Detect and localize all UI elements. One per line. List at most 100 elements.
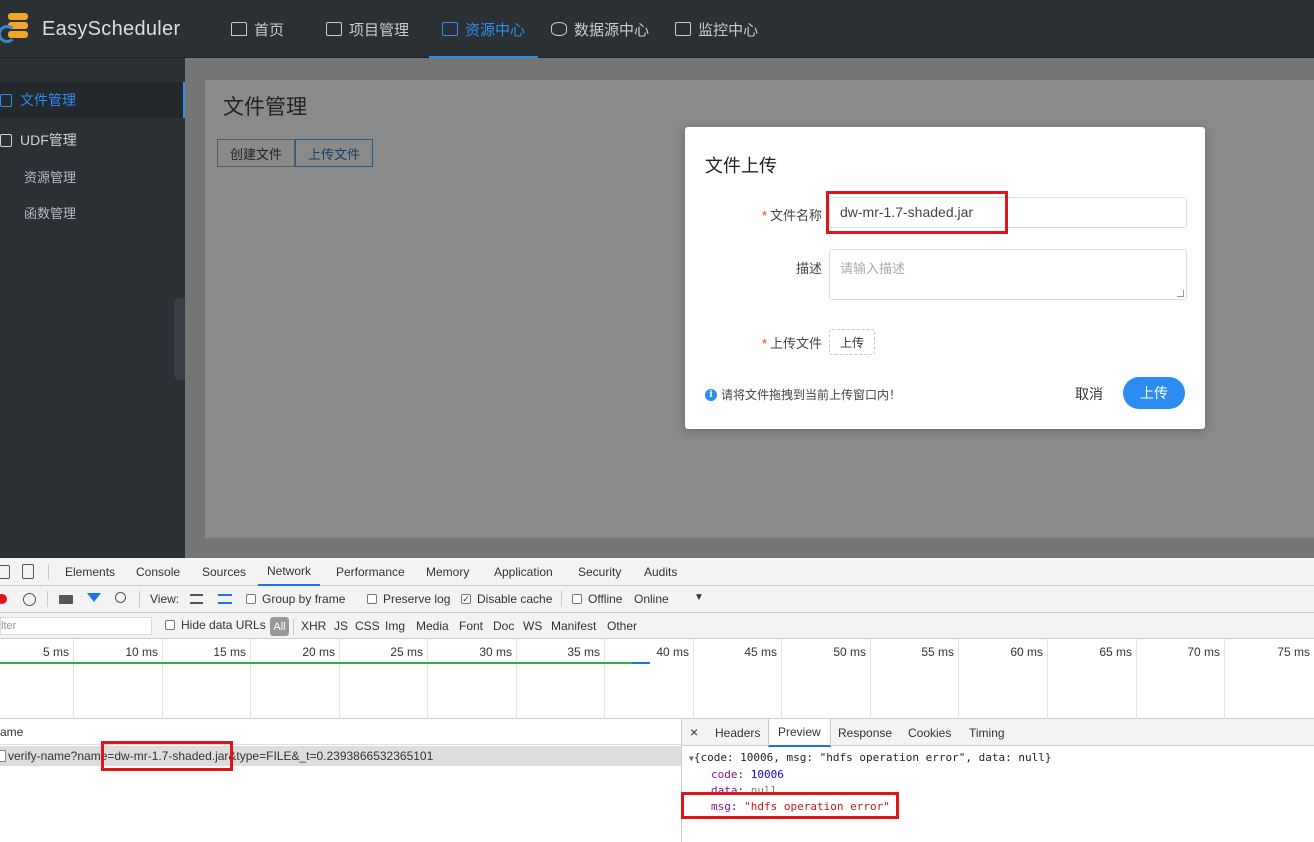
page-title: 文件管理 [223,96,307,119]
filter-doc[interactable]: Doc [493,619,514,633]
sidebar-item-file-management[interactable]: 文件管理 [0,82,185,118]
monitor-icon [675,22,692,36]
requests-header[interactable]: ame [0,719,681,745]
filename-label-text: 文件名称 [769,208,822,223]
project-icon [326,22,343,36]
tab-application[interactable]: Application [494,558,553,586]
sidebar-item-function-management[interactable]: 函数管理 [0,202,185,222]
filename-label: * 文件名称 [762,205,822,224]
dropdown-icon[interactable]: ▼ [694,592,704,603]
tab-cookies[interactable]: Cookies [899,719,960,746]
inspect-icon[interactable] [0,565,10,579]
close-icon[interactable]: × [690,724,698,740]
tab-response[interactable]: Response [829,719,901,746]
sidebar-item-label: 函数管理 [24,205,77,221]
name-column-header: ame [0,724,24,739]
filter-media[interactable]: Media [416,619,449,633]
tab-elements[interactable]: Elements [65,558,115,586]
network-toolbar: View: Group by frame Preserve log ✓ Disab… [0,586,1314,613]
folder-icon [442,22,459,36]
waterfall-view-icon[interactable] [218,594,232,604]
main-nav: 首页 项目管理 资源中心 数据源中心 监控中心 [218,0,771,58]
filter-all[interactable]: All [270,617,289,636]
logo-icon [0,11,38,47]
filter-manifest[interactable]: Manifest [551,619,596,633]
tab-audits[interactable]: Audits [644,558,677,586]
nav-label: 项目管理 [349,21,410,39]
value-data: null [750,784,778,795]
search-icon[interactable] [115,592,126,603]
preview-summary[interactable]: ▼{code: 10006, msg: "hdfs operation erro… [689,750,1051,767]
file-actions: 创建文件 上传文件 [217,139,374,167]
timeline-tick: 40 ms [605,639,694,719]
disable-cache-checkbox[interactable]: ✓ Disable cache [461,592,552,606]
sidebar-item-label: UDF管理 [20,132,77,148]
description-textarea[interactable]: 请输入描述 [829,249,1187,300]
nav-item-monitor[interactable]: 监控中心 [662,0,771,58]
filter-js[interactable]: JS [334,619,348,633]
sidebar-item-resource-management[interactable]: 资源管理 [0,166,185,186]
filter-ws[interactable]: WS [523,619,542,633]
modal-title: 文件上传 [705,156,777,176]
tab-memory[interactable]: Memory [426,558,469,586]
timeline-tick: 65 ms [1048,639,1137,719]
devtools-panel: Elements Console Sources Network Perform… [0,558,1314,842]
tab-security[interactable]: Security [578,558,621,586]
tab-network[interactable]: Network [258,558,321,586]
tab-performance[interactable]: Performance [336,558,405,586]
filter-other[interactable]: Other [607,619,637,633]
timeline-tick: 55 ms [871,639,959,719]
database-icon [551,22,568,36]
nav-item-resources[interactable]: 资源中心 [429,0,539,58]
description-placeholder: 请输入描述 [840,261,906,276]
request-row[interactable]: verify-name?name=dw-mr-1.7-shaded.jar&ty… [0,746,681,766]
filter-css[interactable]: CSS [355,619,380,633]
tab-preview[interactable]: Preview [768,719,831,747]
clear-icon[interactable] [23,593,36,606]
filter-xhr[interactable]: XHR [301,619,326,633]
create-file-button[interactable]: 创建文件 [217,139,296,167]
resize-grip[interactable] [1177,290,1184,297]
list-view-icon[interactable] [190,594,203,604]
device-toolbar-icon[interactable] [22,564,34,579]
tab-headers[interactable]: Headers [706,719,769,746]
timeline-tick: 75 ms [1277,645,1310,659]
preview-summary-text: {code: 10006, msg: "hdfs operation error… [693,751,1052,764]
cancel-button[interactable]: 取消 [1075,384,1103,404]
filter-img[interactable]: Img [385,619,405,633]
group-by-frame-checkbox[interactable]: Group by frame [246,592,345,606]
top-navbar: EasyScheduler 首页 项目管理 资源中心 数据源中心 监控中心 [0,0,1314,58]
nav-item-home[interactable]: 首页 [218,0,297,58]
filename-input[interactable]: dw-mr-1.7-shaded.jar [829,197,1187,228]
sidebar-item-udf-management[interactable]: UDF管理 [0,130,185,150]
hide-data-urls-label: Hide data URLs [181,618,266,632]
view-label: View: [150,592,180,606]
nav-item-projects[interactable]: 项目管理 [313,0,422,58]
app-logo[interactable]: EasyScheduler [0,10,180,48]
udf-icon [0,133,12,147]
timeline-tick: 25 ms [340,639,428,719]
upload-file-label-text: 上传文件 [769,336,822,351]
nav-item-datasource[interactable]: 数据源中心 [538,0,662,58]
upload-file-button[interactable]: 上传文件 [295,139,374,167]
filter-input[interactable]: lter [0,617,152,635]
filter-icon[interactable] [87,593,101,602]
choose-file-button[interactable]: 上传 [829,329,875,355]
nav-label: 数据源中心 [574,21,650,39]
hide-data-urls-checkbox[interactable]: Hide data URLs [165,618,266,632]
tab-sources[interactable]: Sources [202,558,246,586]
tab-console[interactable]: Console [136,558,180,586]
sidebar-collapse-handle[interactable] [174,298,185,380]
upload-confirm-button[interactable]: 上传 [1123,377,1185,409]
record-icon[interactable] [0,594,7,604]
throttle-select[interactable]: Online [634,592,669,606]
preserve-log-checkbox[interactable]: Preserve log [367,592,450,606]
filter-font[interactable]: Font [459,619,483,633]
timeline-tick: 15 ms [163,639,251,719]
screenshot-icon[interactable] [59,595,73,604]
value-msg: "hdfs operation error" [744,800,890,813]
tab-timing[interactable]: Timing [960,719,1014,746]
preview-data-line: data: null [711,784,778,795]
info-icon: i [705,388,717,401]
offline-checkbox[interactable]: Offline [572,592,622,606]
